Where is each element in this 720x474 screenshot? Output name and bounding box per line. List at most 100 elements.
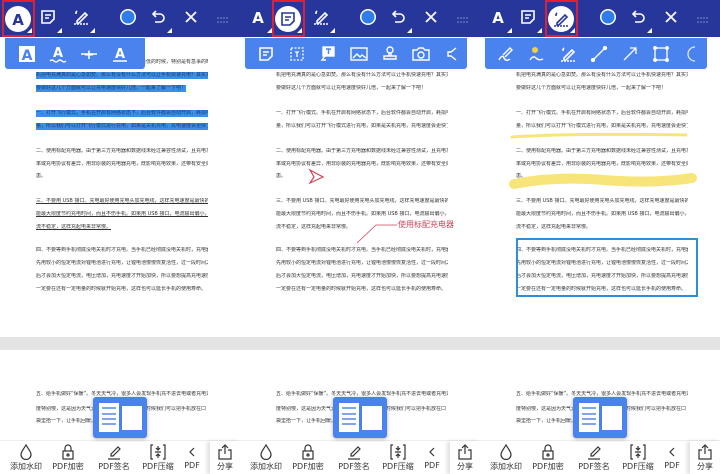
svg-text:A: A xyxy=(492,9,504,26)
undo-icon xyxy=(149,8,167,30)
pen-tool-icon[interactable] xyxy=(491,40,522,68)
dropdown-corner-icon xyxy=(90,28,95,33)
bottom-item-label: PDF签名 xyxy=(338,462,370,471)
page-thumbnail-button[interactable] xyxy=(333,397,387,438)
audio-tool-icon[interactable] xyxy=(436,40,467,68)
lock-icon xyxy=(526,443,570,461)
close-button[interactable] xyxy=(176,4,206,34)
draw-button[interactable] xyxy=(306,4,336,34)
color-button[interactable] xyxy=(113,4,143,34)
pen-icon xyxy=(72,8,90,30)
close-button[interactable] xyxy=(656,4,686,34)
bottom-signature-button[interactable]: PDF签名 xyxy=(572,443,616,472)
more-button[interactable] xyxy=(448,4,478,34)
undo-button[interactable] xyxy=(383,4,413,34)
signature-icon xyxy=(332,443,376,461)
page-thumbnail-button[interactable] xyxy=(573,397,627,438)
rectangle-tool-icon[interactable] xyxy=(645,40,676,68)
bottom-signature-button[interactable]: PDF签名 xyxy=(332,443,376,472)
color-circle-icon xyxy=(119,8,137,30)
line-tool-icon[interactable] xyxy=(584,40,615,68)
chevron-left-icon xyxy=(410,443,454,461)
image-tool-icon[interactable] xyxy=(344,40,375,68)
document-line: 流不稳定，这样充起电来非常慢。 xyxy=(36,224,112,230)
bottom-lock-button[interactable]: PDF加密 xyxy=(46,443,90,472)
dropdown-corner-icon xyxy=(330,28,335,33)
callout-text[interactable]: 使用标配充电器 xyxy=(398,219,454,230)
bottom-item-label: PDF加密 xyxy=(532,462,564,471)
share-icon xyxy=(450,443,480,461)
document-line: 机把电充满真的是心急如焚。那么有没有什么方法可以让手机快速充电？其实只 xyxy=(36,72,208,79)
strikethrough-tool-icon[interactable]: + xyxy=(73,40,104,68)
color-button[interactable] xyxy=(593,4,623,34)
more-button[interactable] xyxy=(688,4,718,34)
document-line: 患。 xyxy=(36,173,47,179)
text-markup-button[interactable]: A xyxy=(243,4,273,34)
svg-text:A: A xyxy=(252,9,264,26)
document-line: 要做好这几个方面就可以让充电速度快好几倍，一起来了解一下吧！ xyxy=(36,85,187,92)
signature-pen-tool-icon[interactable] xyxy=(553,40,584,68)
close-icon xyxy=(424,10,438,28)
highlighter-pen-tool-icon[interactable] xyxy=(522,40,553,68)
close-icon xyxy=(184,10,198,28)
undo-button[interactable] xyxy=(143,4,173,34)
underline-tool-icon[interactable]: A xyxy=(104,40,135,68)
share-label: 分享 xyxy=(697,462,713,471)
callout-tool-icon[interactable] xyxy=(313,40,344,68)
bottom-signature-button[interactable]: PDF签名 xyxy=(92,443,136,472)
draw-button[interactable] xyxy=(66,4,96,34)
dropdown-corner-icon xyxy=(167,28,172,33)
bottom-lock-button[interactable]: PDF加密 xyxy=(286,443,330,472)
text-a-icon: A xyxy=(489,8,507,30)
ellipse-tool-icon[interactable] xyxy=(676,40,707,68)
ink-stroke-thin[interactable] xyxy=(510,132,688,139)
thumbnail-page-right xyxy=(362,406,382,430)
bottom-chevron-left-button[interactable]: PDF xyxy=(410,443,454,470)
bottom-tool-bar: 添加水印 PDF加密 PDF签名 PDF压缩 PDF 分享 xyxy=(480,440,720,474)
share-label: 分享 xyxy=(217,462,233,471)
more-button[interactable] xyxy=(208,4,238,34)
share-button[interactable]: 分享 xyxy=(450,441,480,474)
document-line: 量，所以我们可以打开飞行模式进行充电，如果是关机充电，充电速度会更快了。 xyxy=(36,123,208,130)
bottom-tool-bar: 添加水印 PDF加密 PDF签名 PDF压缩 PDF 分享 xyxy=(240,440,480,474)
document-line: 率或充电协议有差异，用非原装的充电器充电，既影响充电效果，还带有安全隐 xyxy=(36,161,208,167)
share-button[interactable]: 分享 xyxy=(690,441,720,474)
bottom-watermark-drop-button[interactable]: 添加水印 xyxy=(484,443,528,472)
bottom-item-label: PDF加密 xyxy=(52,462,84,471)
stamp-tool-icon[interactable] xyxy=(374,40,405,68)
undo-button[interactable] xyxy=(623,4,653,34)
note-button[interactable] xyxy=(513,4,543,34)
pdf-editor-screen-2: 如今手机已成为生活中不可缺少的物品，手机电量低的时候，特别是有急事的时候，等着手… xyxy=(240,0,480,474)
squiggly-underline-tool-icon[interactable]: A xyxy=(42,40,73,68)
arrow-tool-icon[interactable] xyxy=(614,40,645,68)
thumbnail-page-left xyxy=(339,403,359,432)
close-button[interactable] xyxy=(416,4,446,34)
page-separator xyxy=(0,337,240,350)
page-thumbnail-button[interactable] xyxy=(93,397,147,438)
share-button[interactable]: 分享 xyxy=(210,441,240,474)
dropdown-corner-icon xyxy=(407,28,412,33)
note-tool-icon[interactable] xyxy=(251,40,282,68)
text-box-tool-icon[interactable] xyxy=(282,40,313,68)
bottom-watermark-drop-button[interactable]: 添加水印 xyxy=(244,443,288,472)
bottom-chevron-left-button[interactable]: PDF xyxy=(650,443,694,470)
drag-dots-icon xyxy=(456,10,470,28)
document-line: 一、打开飞行模式。手机在开启有网络状态下，后台软件都会自动开启，耗损电 xyxy=(36,110,208,117)
annotation-toolbar: A xyxy=(0,0,240,37)
bottom-chevron-left-button[interactable]: PDF xyxy=(170,443,214,470)
color-button[interactable] xyxy=(353,4,383,34)
document-line: 能最大限度节约充电时间，而且不伤手机。如果用 USB 接口，电流输出偏小，电 xyxy=(36,211,208,217)
camera-tool-icon[interactable] xyxy=(405,40,436,68)
thumbnail-page-right xyxy=(602,406,622,430)
ink-stroke-thick[interactable] xyxy=(509,173,697,189)
bottom-item-label: PDF xyxy=(664,461,680,470)
text-markup-button[interactable]: A xyxy=(483,4,513,34)
close-icon xyxy=(664,10,678,28)
arrow-shape-annotation[interactable] xyxy=(308,168,325,185)
highlight-text-tool-icon[interactable]: A xyxy=(11,40,42,68)
bottom-lock-button[interactable]: PDF加密 xyxy=(526,443,570,472)
bottom-watermark-drop-button[interactable]: 添加水印 xyxy=(4,443,48,472)
callout-leader-line[interactable] xyxy=(356,224,397,244)
note-button[interactable] xyxy=(33,4,63,34)
rectangle-annotation[interactable] xyxy=(516,238,698,297)
